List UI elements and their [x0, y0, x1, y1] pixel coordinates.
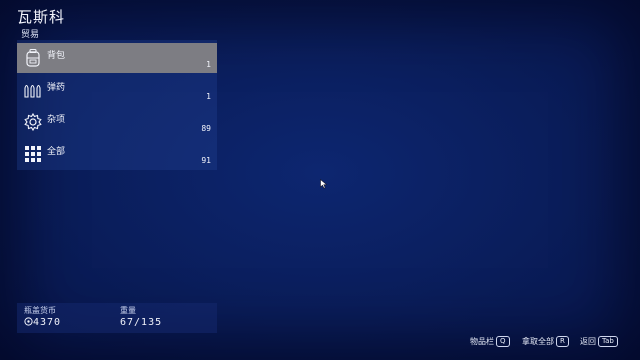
weight-value: 67/135 [120, 317, 163, 328]
grid-icon [25, 146, 41, 162]
category-count: 91 [201, 156, 211, 165]
r-key: R [556, 336, 569, 347]
menu-subtitle: 贸易 [21, 30, 40, 40]
back-hint[interactable]: 返回 Tab [580, 336, 618, 350]
category-item-backpack[interactable]: 背包 1 [17, 43, 217, 73]
category-label: 杂项 [47, 115, 66, 125]
mouse-cursor-icon [320, 179, 328, 189]
transfer-hint-label: 物品栏 [470, 337, 494, 346]
tab-key: Tab [598, 336, 618, 347]
category-list: 背包 1 弹药 1 杂项 89 全部 91 [17, 40, 217, 170]
transfer-hint[interactable]: 物品栏 Q [470, 336, 510, 350]
currency-value: 4370 [33, 317, 62, 328]
key-hints-bar: 物品栏 Q 拿取全部 R 返回 Tab [470, 336, 630, 352]
player-info-panel: 瓶盖货币 4370 重量 67/135 [17, 303, 217, 333]
category-count: 1 [206, 92, 211, 101]
category-count: 89 [201, 124, 211, 133]
category-count: 1 [206, 60, 211, 69]
weight-label: 重量 [120, 306, 136, 315]
category-label: 弹药 [47, 83, 66, 93]
category-item-all[interactable]: 全部 91 [17, 139, 217, 169]
category-item-ammo[interactable]: 弹药 1 [17, 75, 217, 105]
gear-icon [24, 112, 42, 132]
q-key: Q [496, 336, 510, 347]
ammo-icon [24, 84, 41, 98]
trader-name: 瓦斯科 [17, 8, 66, 26]
currency-label: 瓶盖货币 [24, 306, 56, 315]
category-item-misc[interactable]: 杂项 89 [17, 107, 217, 137]
currency-icon [24, 317, 33, 326]
take-all-hint[interactable]: 拿取全部 R [522, 336, 569, 350]
backpack-icon [26, 48, 40, 67]
category-label: 全部 [47, 147, 66, 157]
take-all-hint-label: 拿取全部 [522, 337, 554, 346]
category-label: 背包 [47, 51, 66, 61]
back-hint-label: 返回 [580, 337, 596, 346]
currency-value-wrapper: 4370 [24, 317, 61, 328]
